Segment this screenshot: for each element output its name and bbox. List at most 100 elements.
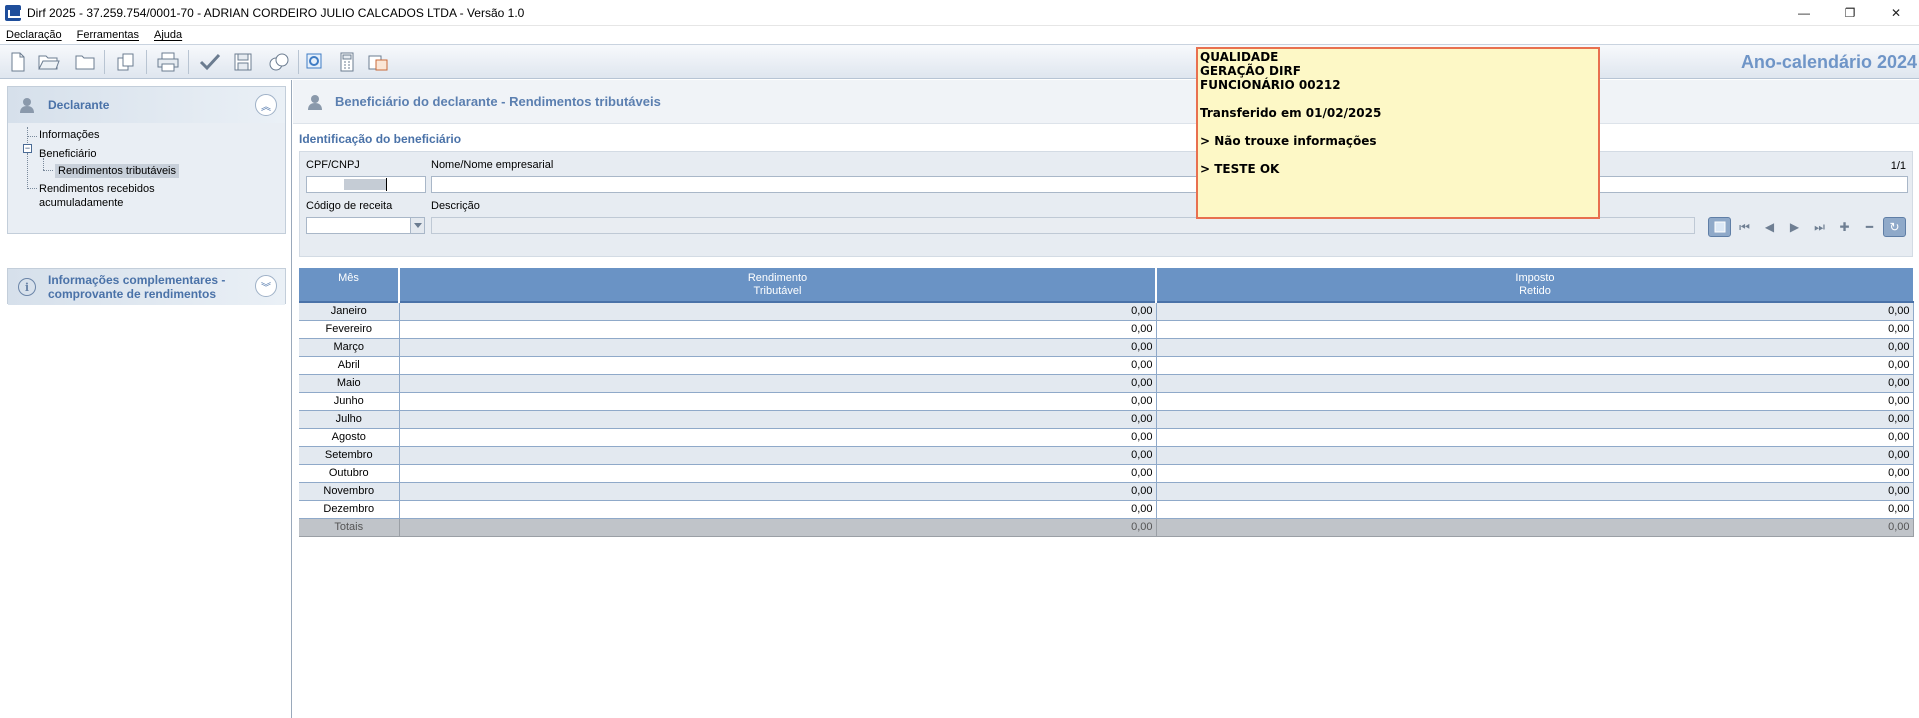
record-navigation: ⏮ ◀ ▶ ⏭ ✚ ━ ↻: [1706, 217, 1906, 237]
new-file-icon[interactable]: [7, 51, 29, 73]
cell-rendimento[interactable]: 0,00: [399, 374, 1157, 393]
cell-mes: Dezembro: [299, 500, 400, 519]
cell-mes: Março: [299, 338, 400, 357]
close-button[interactable]: ✕: [1873, 0, 1919, 26]
calculator-icon[interactable]: [336, 51, 358, 73]
cell-imposto[interactable]: 0,00: [1156, 356, 1914, 375]
open-folder-icon[interactable]: [38, 51, 60, 73]
tree-item-beneficiario[interactable]: Beneficiário: [39, 148, 96, 160]
cell-imposto[interactable]: 0,00: [1156, 302, 1914, 321]
cell-rendimento[interactable]: 0,00: [399, 464, 1157, 483]
table-row[interactable]: Dezembro 0,00 0,00: [299, 500, 1914, 519]
cell-total-rendimento: 0,00: [399, 518, 1157, 537]
tree-expander-minus[interactable]: −: [23, 144, 32, 153]
cell-mes: Abril: [299, 356, 400, 375]
expand-down-icon[interactable]: ︾: [255, 275, 277, 297]
cell-imposto[interactable]: 0,00: [1156, 320, 1914, 339]
header-imp-line2: Retido: [1519, 284, 1551, 297]
menu-declaracao[interactable]: Declaração: [6, 29, 62, 41]
cell-rendimento[interactable]: 0,00: [399, 338, 1157, 357]
check-icon[interactable]: [199, 51, 221, 73]
descricao-label: Descrição: [431, 200, 480, 212]
note-line: [1200, 148, 1596, 162]
lookup-button[interactable]: [1708, 217, 1731, 237]
tree-item-rra-line2[interactable]: acumuladamente: [39, 197, 123, 209]
nome-input[interactable]: [431, 176, 1908, 193]
table-row[interactable]: Fevereiro 0,00 0,00: [299, 320, 1914, 339]
refresh-icon[interactable]: ↻: [1883, 217, 1906, 237]
table-row[interactable]: Novembro 0,00 0,00: [299, 482, 1914, 501]
first-record-icon[interactable]: ⏮: [1733, 217, 1756, 237]
last-record-icon[interactable]: ⏭: [1808, 217, 1831, 237]
next-record-icon[interactable]: ▶: [1783, 217, 1806, 237]
folder-icon[interactable]: [74, 51, 96, 73]
cell-rendimento[interactable]: 0,00: [399, 482, 1157, 501]
title-bar: Dirf 2025 - 37.259.754/0001-70 - ADRIAN …: [0, 0, 1919, 26]
search-icon[interactable]: [304, 51, 326, 73]
menu-ajuda[interactable]: Ajuda: [154, 29, 182, 41]
cell-imposto[interactable]: 0,00: [1156, 374, 1914, 393]
column-header-mes: Mês: [299, 268, 400, 302]
app-icon: [5, 4, 22, 21]
cell-rendimento[interactable]: 0,00: [399, 302, 1157, 321]
save-icon[interactable]: [232, 51, 254, 73]
menu-ferramentas[interactable]: Ferramentas: [77, 29, 139, 41]
table-row[interactable]: Janeiro 0,00 0,00: [299, 302, 1914, 321]
tree-item-rra-line1[interactable]: Rendimentos recebidos: [39, 183, 155, 195]
add-record-icon[interactable]: ✚: [1833, 217, 1856, 237]
table-row[interactable]: Junho 0,00 0,00: [299, 392, 1914, 411]
info-comp-panel-header[interactable]: i Informações complementares - comprovan…: [8, 269, 285, 305]
declarante-title: Declarante: [48, 98, 110, 112]
cell-rendimento[interactable]: 0,00: [399, 500, 1157, 519]
cell-imposto[interactable]: 0,00: [1156, 428, 1914, 447]
table-row[interactable]: Julho 0,00 0,00: [299, 410, 1914, 429]
previous-record-icon[interactable]: ◀: [1758, 217, 1781, 237]
copy-icon[interactable]: [115, 51, 137, 73]
table-row[interactable]: Abril 0,00 0,00: [299, 356, 1914, 375]
codigo-receita-select[interactable]: [306, 217, 425, 234]
minimize-button[interactable]: —: [1781, 0, 1827, 26]
cell-imposto[interactable]: 0,00: [1156, 500, 1914, 519]
print-icon[interactable]: [157, 51, 179, 73]
table-row[interactable]: Outubro 0,00 0,00: [299, 464, 1914, 483]
cell-rendimento[interactable]: 0,00: [399, 410, 1157, 429]
transmit-icon[interactable]: [268, 51, 290, 73]
toolbar: Ano-calendário 2024: [0, 45, 1919, 79]
cell-rendimento[interactable]: 0,00: [399, 428, 1157, 447]
table-row[interactable]: Setembro 0,00 0,00: [299, 446, 1914, 465]
cell-rendimento[interactable]: 0,00: [399, 320, 1157, 339]
cell-imposto[interactable]: 0,00: [1156, 410, 1914, 429]
cell-imposto[interactable]: 0,00: [1156, 464, 1914, 483]
tree-item-informacoes[interactable]: Informações: [39, 129, 100, 141]
user-icon: [307, 94, 323, 110]
cell-rendimento[interactable]: 0,00: [399, 392, 1157, 411]
tree-item-rendimentos-tributaveis[interactable]: Rendimentos tributáveis: [55, 164, 180, 178]
cpf-label: CPF/CNPJ: [306, 159, 360, 171]
nome-label: Nome/Nome empresarial: [431, 159, 554, 171]
cell-imposto[interactable]: 0,00: [1156, 446, 1914, 465]
left-panel: Declarante ︽ Informações − Beneficiário …: [0, 80, 292, 718]
table-row[interactable]: Março 0,00 0,00: [299, 338, 1914, 357]
cell-rendimento[interactable]: 0,00: [399, 356, 1157, 375]
table-row[interactable]: Maio 0,00 0,00: [299, 374, 1914, 393]
remove-record-icon[interactable]: ━: [1858, 217, 1881, 237]
cell-rendimento[interactable]: 0,00: [399, 446, 1157, 465]
cell-mes: Julho: [299, 410, 400, 429]
declarante-panel-header[interactable]: Declarante ︽: [8, 87, 285, 123]
cpf-input[interactable]: [306, 176, 426, 193]
cell-imposto[interactable]: 0,00: [1156, 338, 1914, 357]
cell-mes: Fevereiro: [299, 320, 400, 339]
sticky-note[interactable]: QUALIDADE GERAÇÃO DIRF FUNCIONÁRIO 00212…: [1196, 47, 1600, 219]
receipt-icon[interactable]: [367, 51, 389, 73]
cell-imposto[interactable]: 0,00: [1156, 482, 1914, 501]
header-rend-line2: Tributável: [753, 284, 802, 297]
cell-imposto[interactable]: 0,00: [1156, 392, 1914, 411]
cell-totais-label: Totais: [299, 518, 400, 537]
descricao-field: [431, 217, 1695, 234]
chevron-down-icon[interactable]: [410, 218, 424, 233]
note-line: > TESTE OK: [1200, 162, 1280, 176]
collapse-up-icon[interactable]: ︽: [255, 94, 277, 116]
user-icon: [18, 96, 36, 114]
table-row[interactable]: Agosto 0,00 0,00: [299, 428, 1914, 447]
restore-button[interactable]: ❐: [1827, 0, 1873, 26]
